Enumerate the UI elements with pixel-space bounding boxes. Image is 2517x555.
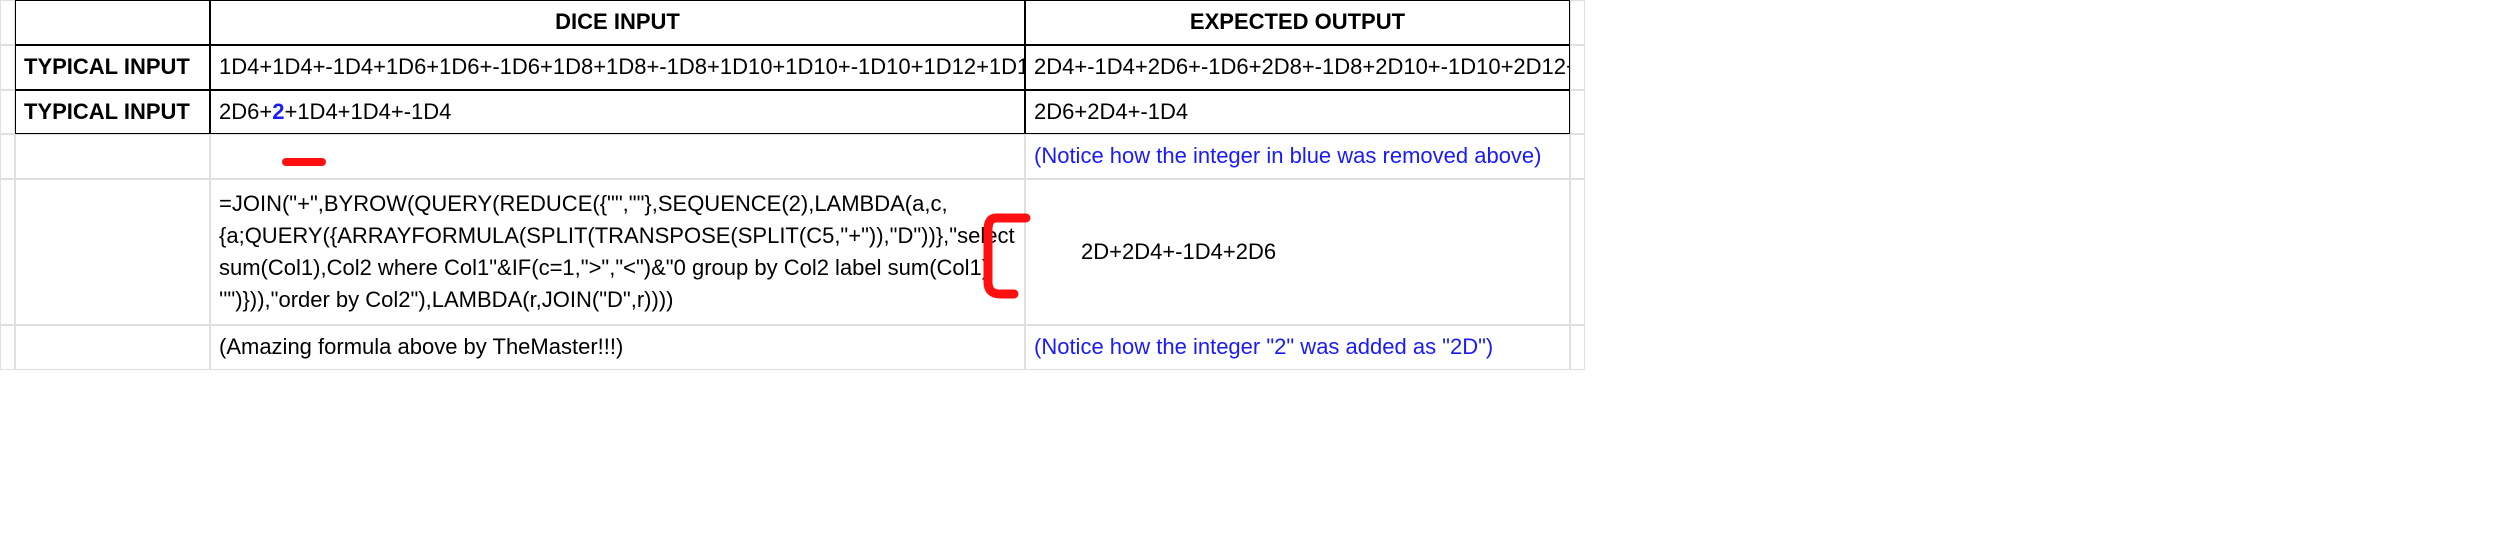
gutter-cell xyxy=(1570,90,1585,135)
gutter-cell xyxy=(1570,134,1585,179)
row-label-typical-2[interactable]: TYPICAL INPUT xyxy=(15,90,210,135)
gutter-cell xyxy=(0,0,15,45)
gutter-cell xyxy=(1570,325,1585,370)
gutter-cell xyxy=(1570,0,1585,45)
spreadsheet-grid: DICE INPUT EXPECTED OUTPUT TYPICAL INPUT… xyxy=(0,0,2517,370)
note-removed[interactable]: (Notice how the integer in blue was remo… xyxy=(1025,134,1570,179)
input2-highlight: 2 xyxy=(272,99,284,124)
annotation-red-bracket-icon xyxy=(982,212,1042,300)
input2-suffix: +1D4+1D4+-1D4 xyxy=(284,99,451,124)
row-label-typical-1[interactable]: TYPICAL INPUT xyxy=(15,45,210,90)
gutter-cell xyxy=(0,90,15,135)
gutter-cell xyxy=(0,325,15,370)
cell-output-1[interactable]: 2D4+-1D4+2D6+-1D6+2D8+-1D8+2D10+-1D10+2D… xyxy=(1025,45,1570,90)
gutter-cell xyxy=(1570,45,1585,90)
annotation-red-underline-icon xyxy=(282,158,326,166)
gutter-cell xyxy=(1570,179,1585,325)
cell-output-2[interactable]: 2D6+2D4+-1D4 xyxy=(1025,90,1570,135)
cell-input-2[interactable]: 2D6+2+1D4+1D4+-1D4 xyxy=(210,90,1025,135)
cell-formula[interactable]: =JOIN("+",BYROW(QUERY(REDUCE({"",""},SEQ… xyxy=(210,179,1025,325)
header-dice-input[interactable]: DICE INPUT xyxy=(210,0,1025,45)
input2-prefix: 2D6+ xyxy=(219,99,272,124)
header-expected-output[interactable]: EXPECTED OUTPUT xyxy=(1025,0,1570,45)
gutter-cell xyxy=(0,134,15,179)
cell-input-1[interactable]: 1D4+1D4+-1D4+1D6+1D6+-1D6+1D8+1D8+-1D8+1… xyxy=(210,45,1025,90)
header-blank[interactable] xyxy=(15,0,210,45)
empty-cell[interactable] xyxy=(15,134,210,179)
empty-cell[interactable] xyxy=(210,134,1025,179)
note-added[interactable]: (Notice how the integer "2" was added as… xyxy=(1025,325,1570,370)
gutter-cell xyxy=(0,179,15,325)
empty-cell[interactable] xyxy=(15,179,210,325)
cell-credit[interactable]: (Amazing formula above by TheMaster!!!) xyxy=(210,325,1025,370)
empty-cell[interactable] xyxy=(15,325,210,370)
cell-formula-output[interactable]: 2D+2D4+-1D4+2D6 xyxy=(1025,179,1570,325)
gutter-cell xyxy=(0,45,15,90)
